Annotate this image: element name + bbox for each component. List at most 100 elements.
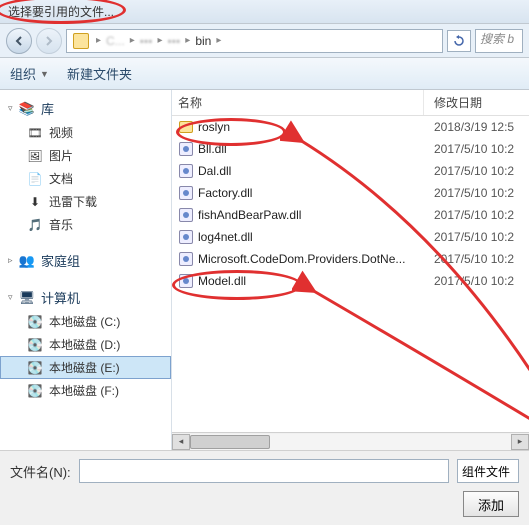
arrow-left-icon xyxy=(13,35,25,47)
organize-menu[interactable]: 组织 ▼ xyxy=(10,64,49,83)
file-type-combo[interactable]: 组件文件 xyxy=(457,459,519,483)
dll-icon xyxy=(178,273,194,289)
breadcrumb-item[interactable]: bin xyxy=(193,34,213,48)
column-date[interactable]: 修改日期 xyxy=(424,94,529,111)
folder-icon xyxy=(178,119,194,135)
file-pane: 名称 修改日期 roslyn 2018/3/19 12:5 Bll.dll 2017/… xyxy=(172,90,529,450)
dll-icon xyxy=(178,251,194,267)
file-row[interactable]: log4net.dll 2017/5/10 10:2 xyxy=(172,226,529,248)
drive-icon: 💽 xyxy=(26,383,44,399)
window-titlebar: 选择要引用的文件... xyxy=(0,0,529,24)
drive-icon: 💽 xyxy=(26,337,44,353)
chevron-right-icon: ▸ xyxy=(96,35,101,46)
sidebar-drive-d[interactable]: 💽本地磁盘 (D:) xyxy=(0,333,171,356)
search-placeholder: 搜索 b xyxy=(480,32,514,46)
sidebar-item-music[interactable]: 🎵音乐 xyxy=(0,213,171,236)
window-title: 选择要引用的文件... xyxy=(8,3,114,20)
drive-icon: 💽 xyxy=(26,360,44,376)
expand-icon: ▹ xyxy=(8,255,18,266)
file-row[interactable]: roslyn 2018/3/19 12:5 xyxy=(172,116,529,138)
horizontal-scrollbar[interactable]: ◂ ▸ xyxy=(172,432,529,450)
sidebar-library[interactable]: ▿ 📚 库 xyxy=(0,96,171,121)
dll-icon xyxy=(178,207,194,223)
file-name-text: Microsoft.CodeDom.Providers.DotNe... xyxy=(198,252,405,266)
sidebar: ▿ 📚 库 🎞视频 🖼图片 📄文档 ⬇迅雷下载 🎵音乐 ▹ 👥 家庭组 ▿ 🖥 … xyxy=(0,90,172,450)
filename-label: 文件名(N): xyxy=(10,462,71,481)
sidebar-drive-f[interactable]: 💽本地磁盘 (F:) xyxy=(0,379,171,402)
sidebar-homegroup[interactable]: ▹ 👥 家庭组 xyxy=(0,248,171,273)
homegroup-icon: 👥 xyxy=(18,253,36,269)
library-icon: 📚 xyxy=(18,101,36,117)
file-name-text: Dal.dll xyxy=(198,164,231,178)
video-icon: 🎞 xyxy=(26,125,44,141)
file-date-text: 2017/5/10 10:2 xyxy=(424,252,529,266)
sidebar-drive-c[interactable]: 💽本地磁盘 (C:) xyxy=(0,310,171,333)
folder-icon xyxy=(73,33,89,49)
file-list: roslyn 2018/3/19 12:5 Bll.dll 2017/5/10 10:… xyxy=(172,116,529,432)
file-row[interactable]: Bll.dll 2017/5/10 10:2 xyxy=(172,138,529,160)
column-name[interactable]: 名称 xyxy=(172,90,424,115)
file-name-text: log4net.dll xyxy=(198,230,253,244)
chevron-right-icon: ▸ xyxy=(130,35,135,46)
breadcrumb-item[interactable]: ▪▪▪ xyxy=(166,34,183,48)
chevron-right-icon: ▸ xyxy=(216,35,221,46)
file-row[interactable]: Model.dll 2017/5/10 10:2 xyxy=(172,270,529,292)
file-name-text: roslyn xyxy=(198,120,230,134)
file-row[interactable]: fishAndBearPaw.dll 2017/5/10 10:2 xyxy=(172,204,529,226)
scroll-right-icon[interactable]: ▸ xyxy=(511,434,529,450)
computer-icon: 🖥 xyxy=(18,290,36,306)
sidebar-item-documents[interactable]: 📄文档 xyxy=(0,167,171,190)
file-date-text: 2017/5/10 10:2 xyxy=(424,274,529,288)
scroll-left-icon[interactable]: ◂ xyxy=(172,434,190,450)
sidebar-item-download[interactable]: ⬇迅雷下载 xyxy=(0,190,171,213)
search-input[interactable]: 搜索 b xyxy=(475,29,523,53)
file-name-text: fishAndBearPaw.dll xyxy=(198,208,301,222)
dll-icon xyxy=(178,229,194,245)
file-date-text: 2017/5/10 10:2 xyxy=(424,208,529,222)
address-bar: ▸ C... ▸ ▪▪▪ ▸ ▪▪▪ ▸ bin ▸ 搜索 b xyxy=(0,24,529,58)
file-date-text: 2017/5/10 10:2 xyxy=(424,230,529,244)
toolbar: 组织 ▼ 新建文件夹 xyxy=(0,58,529,90)
filename-input[interactable] xyxy=(79,459,449,483)
music-icon: 🎵 xyxy=(26,217,44,233)
file-date-text: 2017/5/10 10:2 xyxy=(424,142,529,156)
expand-icon: ▿ xyxy=(8,292,18,303)
file-date-text: 2017/5/10 10:2 xyxy=(424,164,529,178)
sidebar-computer[interactable]: ▿ 🖥 计算机 xyxy=(0,285,171,310)
sidebar-drive-e[interactable]: 💽本地磁盘 (E:) xyxy=(0,356,171,379)
file-name-text: Bll.dll xyxy=(198,142,227,156)
picture-icon: 🖼 xyxy=(26,148,44,164)
chevron-right-icon: ▸ xyxy=(158,35,163,46)
dll-icon xyxy=(178,185,194,201)
expand-icon: ▿ xyxy=(8,103,18,114)
sidebar-item-video[interactable]: 🎞视频 xyxy=(0,121,171,144)
column-header: 名称 修改日期 xyxy=(172,90,529,116)
breadcrumb-item[interactable]: ▪▪▪ xyxy=(138,34,155,48)
file-row[interactable]: Factory.dll 2017/5/10 10:2 xyxy=(172,182,529,204)
main-area: ▿ 📚 库 🎞视频 🖼图片 📄文档 ⬇迅雷下载 🎵音乐 ▹ 👥 家庭组 ▿ 🖥 … xyxy=(0,90,529,450)
chevron-down-icon: ▼ xyxy=(40,69,49,79)
sidebar-item-pictures[interactable]: 🖼图片 xyxy=(0,144,171,167)
file-name-text: Factory.dll xyxy=(198,186,252,200)
dll-icon xyxy=(178,141,194,157)
document-icon: 📄 xyxy=(26,171,44,187)
refresh-button[interactable] xyxy=(447,30,471,52)
back-button[interactable] xyxy=(6,28,32,54)
breadcrumb[interactable]: ▸ C... ▸ ▪▪▪ ▸ ▪▪▪ ▸ bin ▸ xyxy=(66,29,443,53)
forward-button[interactable] xyxy=(36,28,62,54)
refresh-icon xyxy=(453,35,465,47)
new-folder-button[interactable]: 新建文件夹 xyxy=(67,64,132,83)
scroll-thumb[interactable] xyxy=(190,435,270,449)
scroll-track[interactable] xyxy=(190,434,511,450)
file-date-text: 2018/3/19 12:5 xyxy=(424,120,529,134)
chevron-right-icon: ▸ xyxy=(185,35,190,46)
arrow-right-icon xyxy=(43,35,55,47)
add-button[interactable]: 添加 xyxy=(463,491,519,517)
file-name-text: Model.dll xyxy=(198,274,246,288)
file-row[interactable]: Microsoft.CodeDom.Providers.DotNe... 2017… xyxy=(172,248,529,270)
file-row[interactable]: Dal.dll 2017/5/10 10:2 xyxy=(172,160,529,182)
breadcrumb-item[interactable]: C... xyxy=(104,34,127,48)
download-icon: ⬇ xyxy=(26,194,44,210)
file-date-text: 2017/5/10 10:2 xyxy=(424,186,529,200)
dll-icon xyxy=(178,163,194,179)
